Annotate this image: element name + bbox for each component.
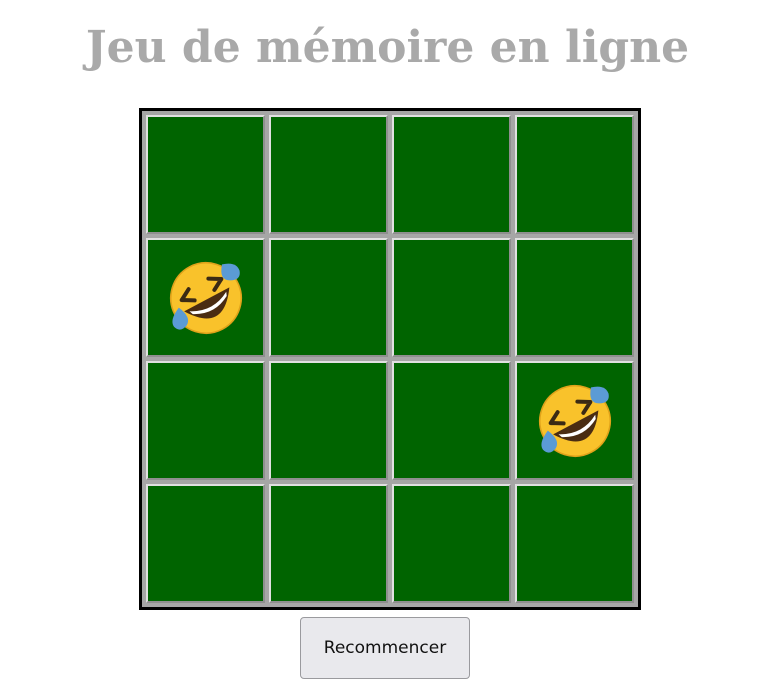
memory-card[interactable]	[392, 484, 511, 603]
memory-card[interactable]	[392, 115, 511, 234]
rolling-on-floor-laughing-icon	[538, 384, 611, 457]
memory-card[interactable]	[515, 238, 634, 357]
restart-button[interactable]: Recommencer	[300, 617, 470, 679]
page-title: Jeu de mémoire en ligne	[85, 22, 690, 73]
memory-card[interactable]	[269, 238, 388, 357]
memory-card-revealed[interactable]	[515, 361, 634, 480]
memory-card[interactable]	[392, 238, 511, 357]
memory-card[interactable]	[392, 361, 511, 480]
memory-card[interactable]	[269, 484, 388, 603]
memory-card-revealed[interactable]	[146, 238, 265, 357]
rolling-on-floor-laughing-icon	[169, 261, 242, 334]
memory-card[interactable]	[515, 115, 634, 234]
memory-card[interactable]	[269, 115, 388, 234]
memory-card[interactable]	[146, 115, 265, 234]
memory-card[interactable]	[146, 484, 265, 603]
memory-card[interactable]	[146, 361, 265, 480]
memory-card[interactable]	[269, 361, 388, 480]
memory-board	[139, 108, 641, 610]
memory-card[interactable]	[515, 484, 634, 603]
